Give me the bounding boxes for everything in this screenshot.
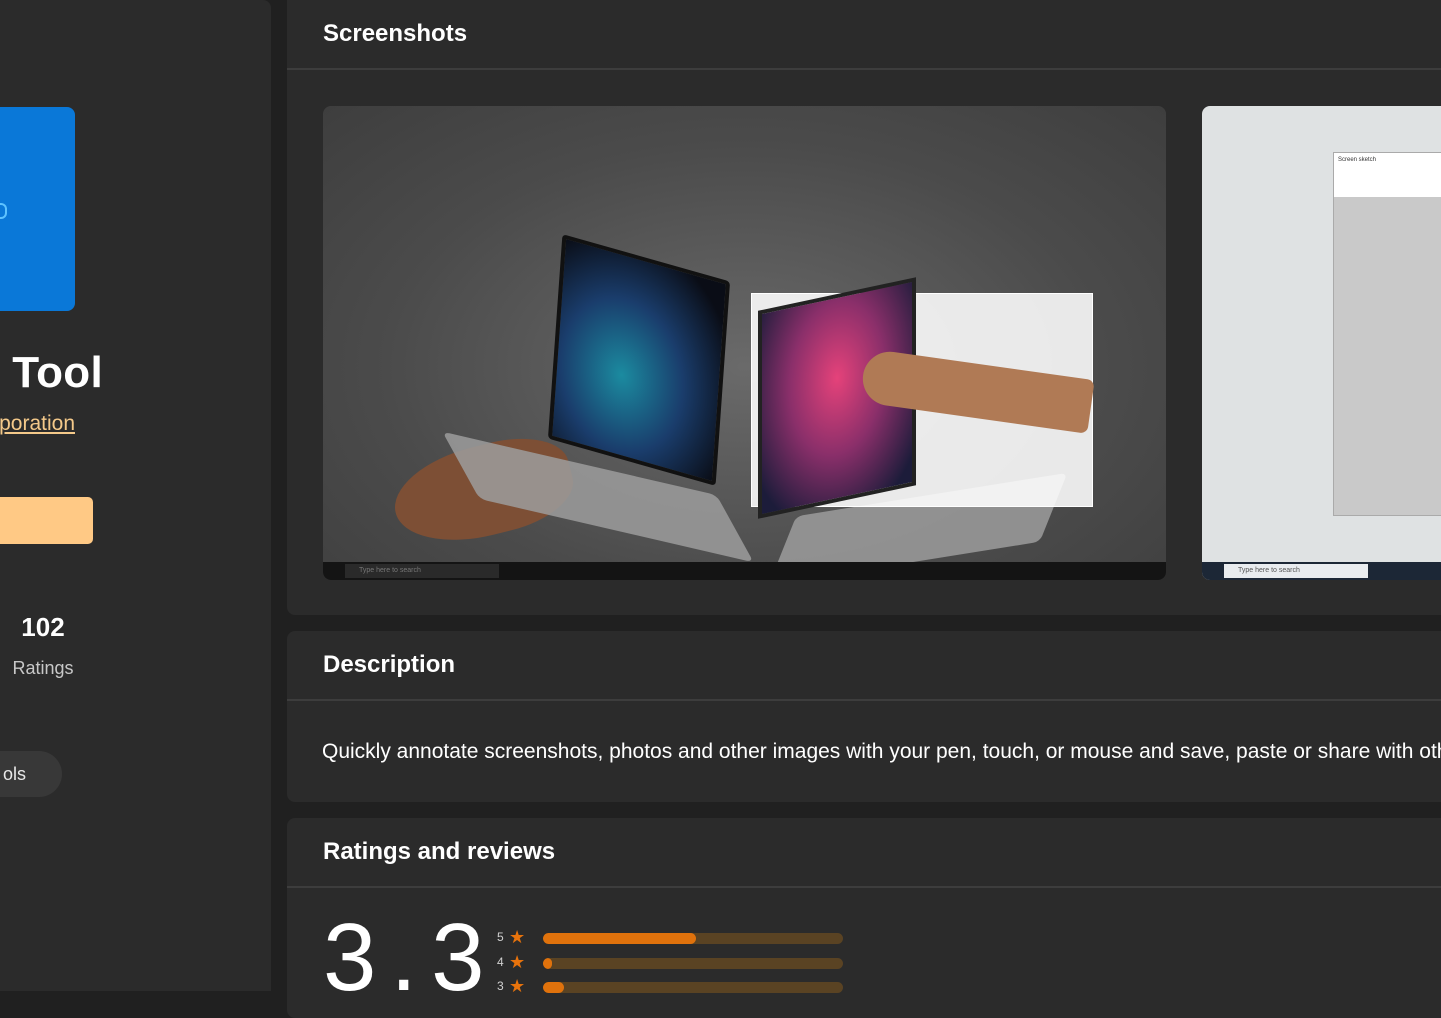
star-number: 4 xyxy=(497,955,504,969)
description-title: Description xyxy=(323,651,456,678)
app-info-panel: g Tool poration 102 Ratings ols xyxy=(0,0,271,991)
rating-count-label: Ratings xyxy=(12,658,74,678)
description-header: Description xyxy=(287,631,1441,701)
rating-row-4: 4 ★ xyxy=(497,952,857,972)
publisher-link[interactable]: poration xyxy=(0,412,75,436)
snip-selection-overlay xyxy=(751,277,1095,519)
rating-count: 102 xyxy=(21,612,65,642)
category-pill[interactable]: ols xyxy=(0,751,62,797)
rating-bar-track xyxy=(543,958,843,969)
ratings-title: Ratings and reviews xyxy=(323,838,556,865)
description-section: Description Quickly annotate screenshots… xyxy=(287,631,1441,802)
rating-bar-fill xyxy=(543,982,564,993)
screenshots-header: Screenshots xyxy=(287,0,1441,70)
screenshots-title: Screenshots xyxy=(323,20,468,47)
window-title: Screen sketch xyxy=(1334,153,1441,197)
app-glyph-icon xyxy=(0,203,7,219)
taskbar: Type here to search xyxy=(323,562,1166,580)
taskbar-search: Type here to search xyxy=(345,564,499,578)
screen-sketch-window: Screen sketch xyxy=(1333,152,1441,516)
rating-bar-fill xyxy=(543,933,696,944)
description-text: Quickly annotate screenshots, photos and… xyxy=(322,740,1441,763)
rating-row-3: 3 ★ xyxy=(497,976,857,996)
ratings-header: Ratings and reviews xyxy=(287,818,1441,888)
screenshots-section: Screenshots Type here to search Screen s… xyxy=(287,0,1441,615)
app-icon xyxy=(0,107,75,311)
laptop-screen-image xyxy=(547,234,731,486)
taskbar-search: Type here to search xyxy=(1224,564,1368,578)
taskbar: Type here to search xyxy=(1202,562,1441,580)
star-number: 5 xyxy=(497,930,504,944)
screenshot-2[interactable]: Screen sketch Type here to search xyxy=(1202,106,1441,580)
rating-bar-track xyxy=(543,982,843,993)
ratings-section: Ratings and reviews 3.3 5 ★ 4 ★ 3 ★ xyxy=(287,818,1441,1018)
rating-bar-fill xyxy=(543,958,552,969)
get-button[interactable] xyxy=(0,497,93,544)
average-rating: 3.3 xyxy=(323,904,499,1011)
screenshot-1[interactable]: Type here to search xyxy=(323,106,1166,580)
category-pill-label: ols xyxy=(2,764,26,784)
app-title: g Tool xyxy=(0,348,103,397)
star-icon: ★ xyxy=(509,952,526,972)
star-icon: ★ xyxy=(509,976,526,996)
rating-bar-track xyxy=(543,933,843,944)
star-icon: ★ xyxy=(509,927,526,947)
rating-row-5: 5 ★ xyxy=(497,927,857,947)
